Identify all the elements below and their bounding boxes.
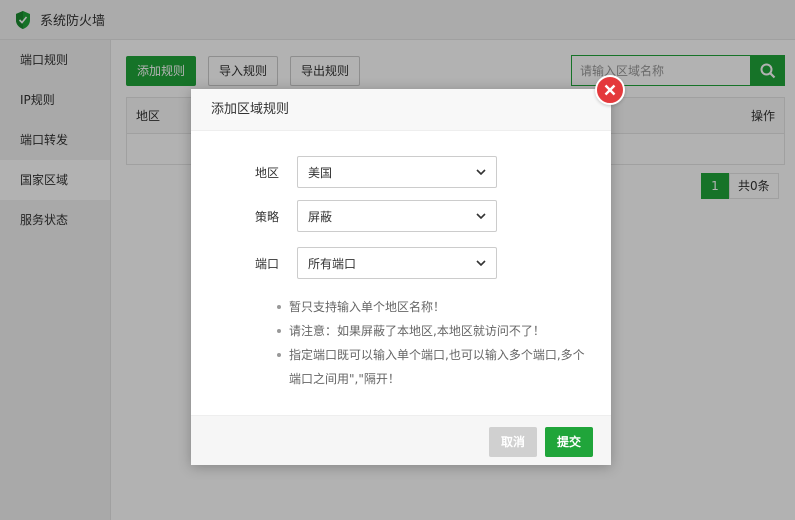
chevron-down-icon [476, 260, 486, 266]
region-select-value: 美国 [308, 165, 333, 180]
dialog-footer: 取消 提交 [191, 415, 611, 465]
port-label: 端口 [254, 256, 279, 271]
tip-item: 请注意：如果屏蔽了本地区,本地区就访问不了！ [275, 319, 595, 343]
chevron-down-icon [476, 169, 486, 175]
submit-button[interactable]: 提交 [545, 427, 594, 457]
region-label: 地区 [254, 165, 279, 180]
form-row-region: 地区 美国 [191, 156, 497, 188]
tip-item: 暂只支持输入单个地区名称！ [275, 295, 595, 319]
dialog-title: 添加区域规则 [191, 89, 611, 131]
tip-item: 指定端口既可以输入单个端口,也可以输入多个端口,多个端口之间用","隔开！ [275, 343, 595, 391]
form-row-port: 端口 所有端口 [191, 247, 497, 279]
region-select[interactable]: 美国 [297, 156, 497, 188]
policy-select-value: 屏蔽 [308, 209, 333, 224]
port-select-value: 所有端口 [308, 256, 357, 271]
port-select[interactable]: 所有端口 [297, 247, 497, 279]
cancel-button[interactable]: 取消 [489, 427, 538, 457]
policy-select[interactable]: 屏蔽 [297, 200, 497, 232]
chevron-down-icon [476, 213, 486, 219]
dialog-close-button[interactable] [595, 75, 625, 105]
policy-label: 策略 [254, 209, 279, 224]
form-row-policy: 策略 屏蔽 [191, 200, 497, 232]
tips-list: 暂只支持输入单个地区名称！ 请注意：如果屏蔽了本地区,本地区就访问不了！ 指定端… [275, 295, 595, 391]
close-icon [604, 84, 616, 96]
add-region-rule-dialog: 添加区域规则 地区 美国 策略 屏蔽 端口 所有端口 暂只支持输入单个地区名称！… [191, 75, 625, 465]
